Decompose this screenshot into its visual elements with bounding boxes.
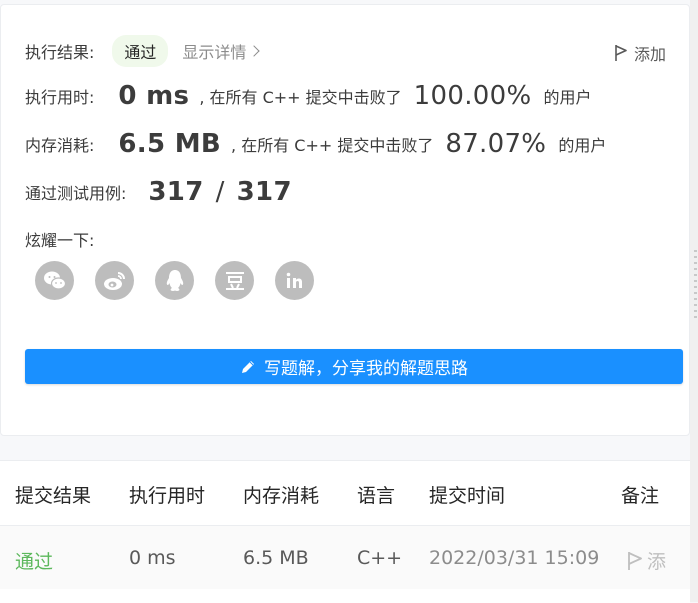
share-weibo-button[interactable] [95,261,134,300]
runtime-suffix: 的用户 [543,88,592,107]
flag-icon [615,45,627,61]
show-details-label: 显示详情 [182,43,247,62]
share-qq-button[interactable] [155,261,194,300]
row-memory: 6.5 MB [243,547,309,569]
linkedin-icon [286,272,302,288]
write-solution-button[interactable]: 写题解，分享我的解题思路 [25,349,683,384]
write-solution-label: 写题解，分享我的解题思路 [264,359,468,379]
memory-suffix: 的用户 [558,136,607,155]
row-add-note-button[interactable]: 添 [627,547,666,574]
share-douban-button[interactable] [215,261,254,300]
row-add-note-label: 添 [647,551,667,573]
wechat-icon [43,271,66,290]
row-result[interactable]: 通过 [15,547,53,574]
submission-result-card: 执行结果: 通过 显示详情 添加 执行用时: 0 ms , 在所有 C++ 提交… [0,4,690,436]
add-note-button[interactable]: 添加 [614,41,666,65]
share-row-label: 炫耀一下: [25,227,94,251]
douban-icon [225,271,244,290]
runtime-beat-text: , 在所有 C++ 提交中击败了 [199,88,402,107]
share-label: 炫耀一下: [25,231,95,250]
test-cases-separator: / [215,177,225,207]
runtime-label: 执行用时: [25,88,95,107]
header-runtime[interactable]: 执行用时 [129,481,205,508]
result-row: 执行结果: 通过 显示详情 [25,35,261,67]
row-runtime: 0 ms [129,547,176,569]
header-language[interactable]: 语言 [357,481,395,508]
test-cases-row: 通过测试用例: 317 / 317 [25,177,292,207]
memory-label: 内存消耗: [25,136,95,155]
show-details-link[interactable]: 显示详情 [182,39,261,63]
status-badge: 通过 [112,35,169,67]
header-result[interactable]: 提交结果 [15,481,91,508]
memory-percent: 87.07% [445,129,547,159]
row-submit-time: 2022/03/31 15:09 [429,547,600,569]
pencil-icon [242,360,254,373]
qq-icon [166,269,183,291]
chevron-right-icon [248,45,261,57]
submissions-table: 提交结果 执行用时 内存消耗 语言 提交时间 备注 通过 0 ms 6.5 MB… [0,460,690,603]
share-wechat-button[interactable] [35,261,74,300]
share-linkedin-button[interactable] [275,261,314,300]
memory-value: 6.5 MB [118,129,222,159]
memory-row: 内存消耗: 6.5 MB , 在所有 C++ 提交中击败了 87.07% 的用户 [25,129,606,159]
weibo-icon [103,271,125,290]
header-notes[interactable]: 备注 [621,481,659,508]
memory-beat-text: , 在所有 C++ 提交中击败了 [231,136,434,155]
test-cases-label: 通过测试用例: [25,184,127,203]
flag-icon [628,551,642,570]
runtime-row: 执行用时: 0 ms , 在所有 C++ 提交中击败了 100.00% 的用户 [25,81,591,111]
header-memory[interactable]: 内存消耗 [243,481,319,508]
share-buttons [35,261,314,300]
row-language: C++ [357,547,403,569]
runtime-percent: 100.00% [413,81,532,111]
runtime-value: 0 ms [118,81,190,111]
test-cases-passed: 317 [148,177,204,207]
table-row[interactable]: 通过 0 ms 6.5 MB C++ 2022/03/31 15:09 添 [0,526,690,589]
test-cases-total: 317 [236,177,292,207]
scrollbar-grip[interactable] [694,250,697,320]
header-submit-time[interactable]: 提交时间 [429,481,505,508]
add-note-label: 添加 [634,45,667,64]
result-label: 执行结果: [25,43,95,62]
